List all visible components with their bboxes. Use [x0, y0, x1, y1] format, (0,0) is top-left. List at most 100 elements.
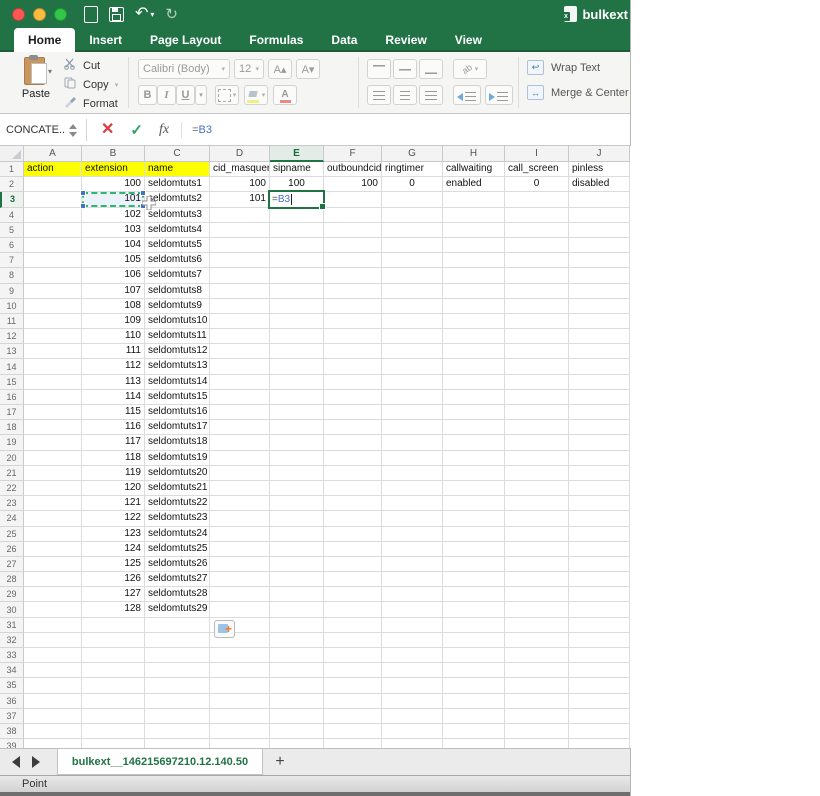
cell-J35[interactable] [569, 678, 630, 694]
add-sheet-button[interactable]: + [268, 749, 292, 775]
cell-I25[interactable] [505, 526, 569, 542]
cell-H9[interactable] [443, 283, 505, 299]
cell-J25[interactable] [569, 526, 630, 542]
cell-H27[interactable] [443, 556, 505, 573]
row-header-28[interactable]: 28 [0, 572, 24, 588]
merge-center-button[interactable]: ↔ Merge & Center [527, 85, 629, 100]
cell-J14[interactable] [569, 359, 630, 375]
cell-H6[interactable] [443, 237, 505, 254]
fill-color-button[interactable]: ▾ [244, 85, 268, 105]
cell-A28[interactable] [24, 572, 82, 588]
cell-F32[interactable] [324, 632, 382, 648]
cell-H38[interactable] [443, 723, 505, 740]
cell-E37[interactable] [270, 708, 324, 724]
cell-E28[interactable] [270, 572, 324, 588]
cell-F30[interactable] [324, 602, 382, 618]
cell-H35[interactable] [443, 678, 505, 694]
cell-B19[interactable]: 117 [82, 435, 145, 451]
cell-D35[interactable] [210, 678, 270, 694]
cell-D23[interactable] [210, 496, 270, 512]
row-header-36[interactable]: 36 [0, 693, 24, 709]
cell-J36[interactable] [569, 693, 630, 709]
cell-F15[interactable] [324, 374, 382, 390]
cell-B13[interactable]: 111 [82, 344, 145, 360]
cell-J27[interactable] [569, 556, 630, 573]
cell-E9[interactable] [270, 283, 324, 299]
cell-I10[interactable] [505, 298, 569, 314]
cell-C26[interactable]: seldomtuts25 [145, 541, 210, 557]
row-header-10[interactable]: 10 [0, 298, 24, 314]
next-sheet-arrow-icon[interactable] [32, 756, 40, 768]
cell-J38[interactable] [569, 723, 630, 740]
cell-C10[interactable]: seldomtuts9 [145, 298, 210, 314]
minimize-window-button[interactable] [33, 8, 46, 21]
cell-H25[interactable] [443, 526, 505, 542]
row-header-8[interactable]: 8 [0, 268, 24, 284]
cell-I23[interactable] [505, 496, 569, 512]
cell-J4[interactable] [569, 207, 630, 223]
cell-D6[interactable] [210, 237, 270, 254]
cell-I3[interactable] [505, 192, 569, 208]
name-box[interactable]: CONCATE... [0, 124, 64, 136]
cell-I6[interactable] [505, 237, 569, 254]
cell-A27[interactable] [24, 556, 82, 573]
cell-B11[interactable]: 109 [82, 313, 145, 330]
cell-C11[interactable]: seldomtuts10 [145, 313, 210, 330]
cell-A10[interactable] [24, 298, 82, 314]
cell-A39[interactable] [24, 739, 82, 748]
cell-F3[interactable] [324, 192, 382, 208]
text-orientation-button[interactable]: ab ▾ [453, 59, 487, 79]
row-header-32[interactable]: 32 [0, 632, 24, 648]
tab-review[interactable]: Review [371, 28, 440, 52]
cell-G4[interactable] [382, 207, 443, 223]
cell-E11[interactable] [270, 313, 324, 330]
cell-J15[interactable] [569, 374, 630, 390]
cell-J34[interactable] [569, 663, 630, 679]
cell-G12[interactable] [382, 329, 443, 345]
cell-D5[interactable] [210, 222, 270, 238]
cell-D2[interactable]: 100 [210, 177, 270, 193]
cell-J10[interactable] [569, 298, 630, 314]
cell-F27[interactable] [324, 556, 382, 573]
cell-J37[interactable] [569, 708, 630, 724]
cell-C37[interactable] [145, 708, 210, 724]
cell-I20[interactable] [505, 450, 569, 466]
cell-I16[interactable] [505, 389, 569, 405]
cell-I31[interactable] [505, 617, 569, 633]
cell-E5[interactable] [270, 222, 324, 238]
cell-H8[interactable] [443, 268, 505, 284]
cell-B14[interactable]: 112 [82, 359, 145, 375]
cell-G2[interactable]: 0 [382, 177, 443, 193]
cell-I32[interactable] [505, 632, 569, 648]
cell-F17[interactable] [324, 405, 382, 421]
cell-J26[interactable] [569, 541, 630, 557]
cell-H37[interactable] [443, 708, 505, 724]
cell-C35[interactable] [145, 678, 210, 694]
cell-F7[interactable] [324, 253, 382, 269]
cell-J11[interactable] [569, 313, 630, 330]
cell-J13[interactable] [569, 344, 630, 360]
cell-J33[interactable] [569, 648, 630, 664]
fill-handle[interactable] [319, 203, 326, 210]
cell-J21[interactable] [569, 465, 630, 481]
row-header-2[interactable]: 2 [0, 177, 24, 193]
row-header-35[interactable]: 35 [0, 678, 24, 694]
close-window-button[interactable] [12, 8, 25, 21]
cell-A20[interactable] [24, 450, 82, 466]
cell-G23[interactable] [382, 496, 443, 512]
cell-D7[interactable] [210, 253, 270, 269]
cell-E16[interactable] [270, 389, 324, 405]
cell-D25[interactable] [210, 526, 270, 542]
cell-E39[interactable] [270, 739, 324, 748]
confirm-entry-icon[interactable]: ✓ [122, 123, 151, 138]
cell-H20[interactable] [443, 450, 505, 466]
cell-C31[interactable] [145, 617, 210, 633]
cut-button[interactable]: Cut [64, 58, 118, 73]
cell-E35[interactable] [270, 678, 324, 694]
cell-B36[interactable] [82, 693, 145, 709]
cell-D15[interactable] [210, 374, 270, 390]
cell-J9[interactable] [569, 283, 630, 299]
wrap-text-button[interactable]: ↩ Wrap Text [527, 60, 629, 75]
cell-H4[interactable] [443, 207, 505, 223]
cell-E21[interactable] [270, 465, 324, 481]
